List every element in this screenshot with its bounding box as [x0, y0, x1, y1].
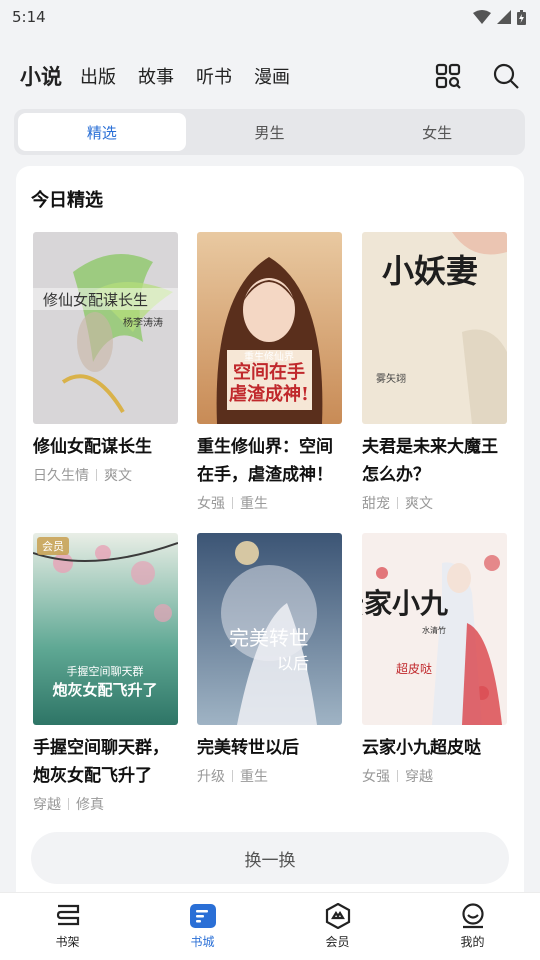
nav-vip[interactable]: 会员 — [270, 893, 405, 960]
vip-icon — [325, 903, 350, 929]
book-card[interactable]: 手握空间聊天群 炮灰女配飞升了 会员 手握空间聊天群，炮灰女配飞升了 穿越 修真 — [33, 533, 178, 814]
cover-title: 云家小九 — [362, 587, 448, 620]
book-tags: 日久生情 爽文 — [33, 465, 178, 485]
status-icons — [473, 9, 526, 25]
tag-divider — [96, 469, 97, 481]
bottom-nav: 书架 书城 会员 我的 — [0, 892, 540, 960]
book-tags: 升级 重生 — [197, 766, 342, 786]
book-cover[interactable]: 修仙女配谋长生 杨李涛涛 — [33, 232, 178, 424]
tab-story[interactable]: 故事 — [138, 63, 174, 89]
status-bar: 5:14 — [0, 0, 540, 34]
cover-title: 手握空间聊天群 — [67, 664, 144, 678]
book-cover[interactable]: 完美转世 以后 — [197, 533, 342, 725]
book-card[interactable]: 云家小九 超皮哒 水清竹 云家小九超皮哒 女强 穿越 — [362, 533, 507, 786]
book-tag: 爽文 — [405, 496, 433, 512]
segment-featured[interactable]: 精选 — [18, 113, 186, 151]
tab-audiobook[interactable]: 听书 — [196, 63, 232, 89]
book-tag: 女强 — [362, 769, 390, 785]
cover-author: 雾矢翊 — [376, 372, 406, 385]
cover-title: 完美转世 — [229, 626, 309, 650]
book-tags: 甜宠 爽文 — [362, 493, 507, 513]
cover-title-2: 以后 — [277, 654, 309, 673]
book-card[interactable]: 小妖妻 雾矢翊 夫君是未来大魔王怎么办？ 甜宠 爽文 — [362, 232, 507, 513]
battery-icon — [517, 9, 526, 25]
cover-title: 小妖妻 — [382, 252, 478, 290]
cover-author: 水清竹 — [422, 625, 446, 635]
book-tags: 穿越 修真 — [33, 794, 178, 814]
book-tags: 女强 穿越 — [362, 766, 507, 786]
tab-publish[interactable]: 出版 — [80, 63, 116, 89]
tag-divider — [68, 798, 69, 810]
cover-title: 空间在手 — [233, 361, 305, 383]
nav-label: 书架 — [55, 935, 80, 949]
cover-title-2: 炮灰女配飞升了 — [52, 681, 157, 699]
book-tag: 重生 — [240, 496, 268, 512]
nav-bookshelf[interactable]: 书架 — [0, 893, 135, 960]
tag-divider — [232, 770, 233, 782]
status-time: 5:14 — [12, 8, 46, 26]
book-cover[interactable]: 云家小九 超皮哒 水清竹 — [362, 533, 507, 725]
book-tag: 日久生情 — [33, 468, 89, 484]
tab-novel[interactable]: 小说 — [20, 61, 62, 91]
nav-bookstore[interactable]: 书城 — [135, 893, 270, 960]
nav-profile[interactable]: 我的 — [405, 893, 540, 960]
book-tag: 穿越 — [405, 769, 433, 785]
tag-divider — [232, 497, 233, 509]
segment-female[interactable]: 女生 — [353, 113, 521, 151]
book-cover[interactable]: 重生修仙界 空间在手 虐渣成神! — [197, 232, 342, 424]
profile-icon — [461, 903, 484, 929]
book-title[interactable]: 夫君是未来大魔王怎么办？ — [362, 433, 507, 489]
refresh-button[interactable]: 换一换 — [31, 832, 509, 884]
book-tag: 修真 — [76, 797, 104, 813]
book-title[interactable]: 修仙女配谋长生 — [33, 433, 178, 461]
nav-label: 我的 — [460, 935, 485, 949]
book-cover[interactable]: 小妖妻 雾矢翊 — [362, 232, 507, 424]
cover-author: 杨李涛涛 — [123, 316, 163, 329]
book-tag: 重生 — [240, 769, 268, 785]
cover-title-2: 虐渣成神! — [229, 383, 309, 405]
book-title[interactable]: 云家小九超皮哒 — [362, 734, 507, 762]
book-tag: 穿越 — [33, 797, 61, 813]
bookstore-icon — [189, 904, 216, 928]
book-tag: 升级 — [197, 769, 225, 785]
wifi-icon — [473, 10, 491, 24]
signal-icon — [497, 10, 511, 24]
grid-search-icon[interactable] — [434, 62, 462, 90]
featured-card: 今日精选 修仙女配谋长生 杨李涛涛 修仙女配谋长生 日久生情 爽文 重生修仙界 … — [16, 166, 524, 906]
book-card[interactable]: 修仙女配谋长生 杨李涛涛 修仙女配谋长生 日久生情 爽文 — [33, 232, 178, 485]
vip-badge: 会员 — [37, 537, 69, 555]
tag-divider — [397, 497, 398, 509]
cover-title: 修仙女配谋长生 — [43, 291, 148, 309]
channel-segmented-control: 精选 男生 女生 — [14, 109, 525, 155]
segment-male[interactable]: 男生 — [186, 113, 354, 151]
book-card[interactable]: 重生修仙界 空间在手 虐渣成神! 重生修仙界：空间在手，虐渣成神！ 女强 重生 — [197, 232, 342, 513]
cover-title-2: 超皮哒 — [396, 661, 432, 676]
tab-comic[interactable]: 漫画 — [254, 63, 290, 89]
book-title[interactable]: 重生修仙界：空间在手，虐渣成神！ — [197, 433, 342, 489]
book-tag: 爽文 — [104, 468, 132, 484]
tag-divider — [397, 770, 398, 782]
book-title[interactable]: 完美转世以后 — [197, 734, 342, 762]
book-card[interactable]: 完美转世 以后 完美转世以后 升级 重生 — [197, 533, 342, 786]
bookshelf-icon — [56, 904, 79, 926]
search-icon[interactable] — [492, 62, 520, 90]
top-nav: 小说 出版 故事 听书 漫画 — [0, 52, 540, 100]
book-tag: 甜宠 — [362, 496, 390, 512]
section-title: 今日精选 — [31, 190, 103, 211]
book-tags: 女强 重生 — [197, 493, 342, 513]
book-cover[interactable]: 手握空间聊天群 炮灰女配飞升了 会员 — [33, 533, 178, 725]
book-tag: 女强 — [197, 496, 225, 512]
nav-label: 书城 — [190, 935, 215, 949]
nav-label: 会员 — [325, 935, 350, 949]
book-title[interactable]: 手握空间聊天群，炮灰女配飞升了 — [33, 734, 178, 790]
